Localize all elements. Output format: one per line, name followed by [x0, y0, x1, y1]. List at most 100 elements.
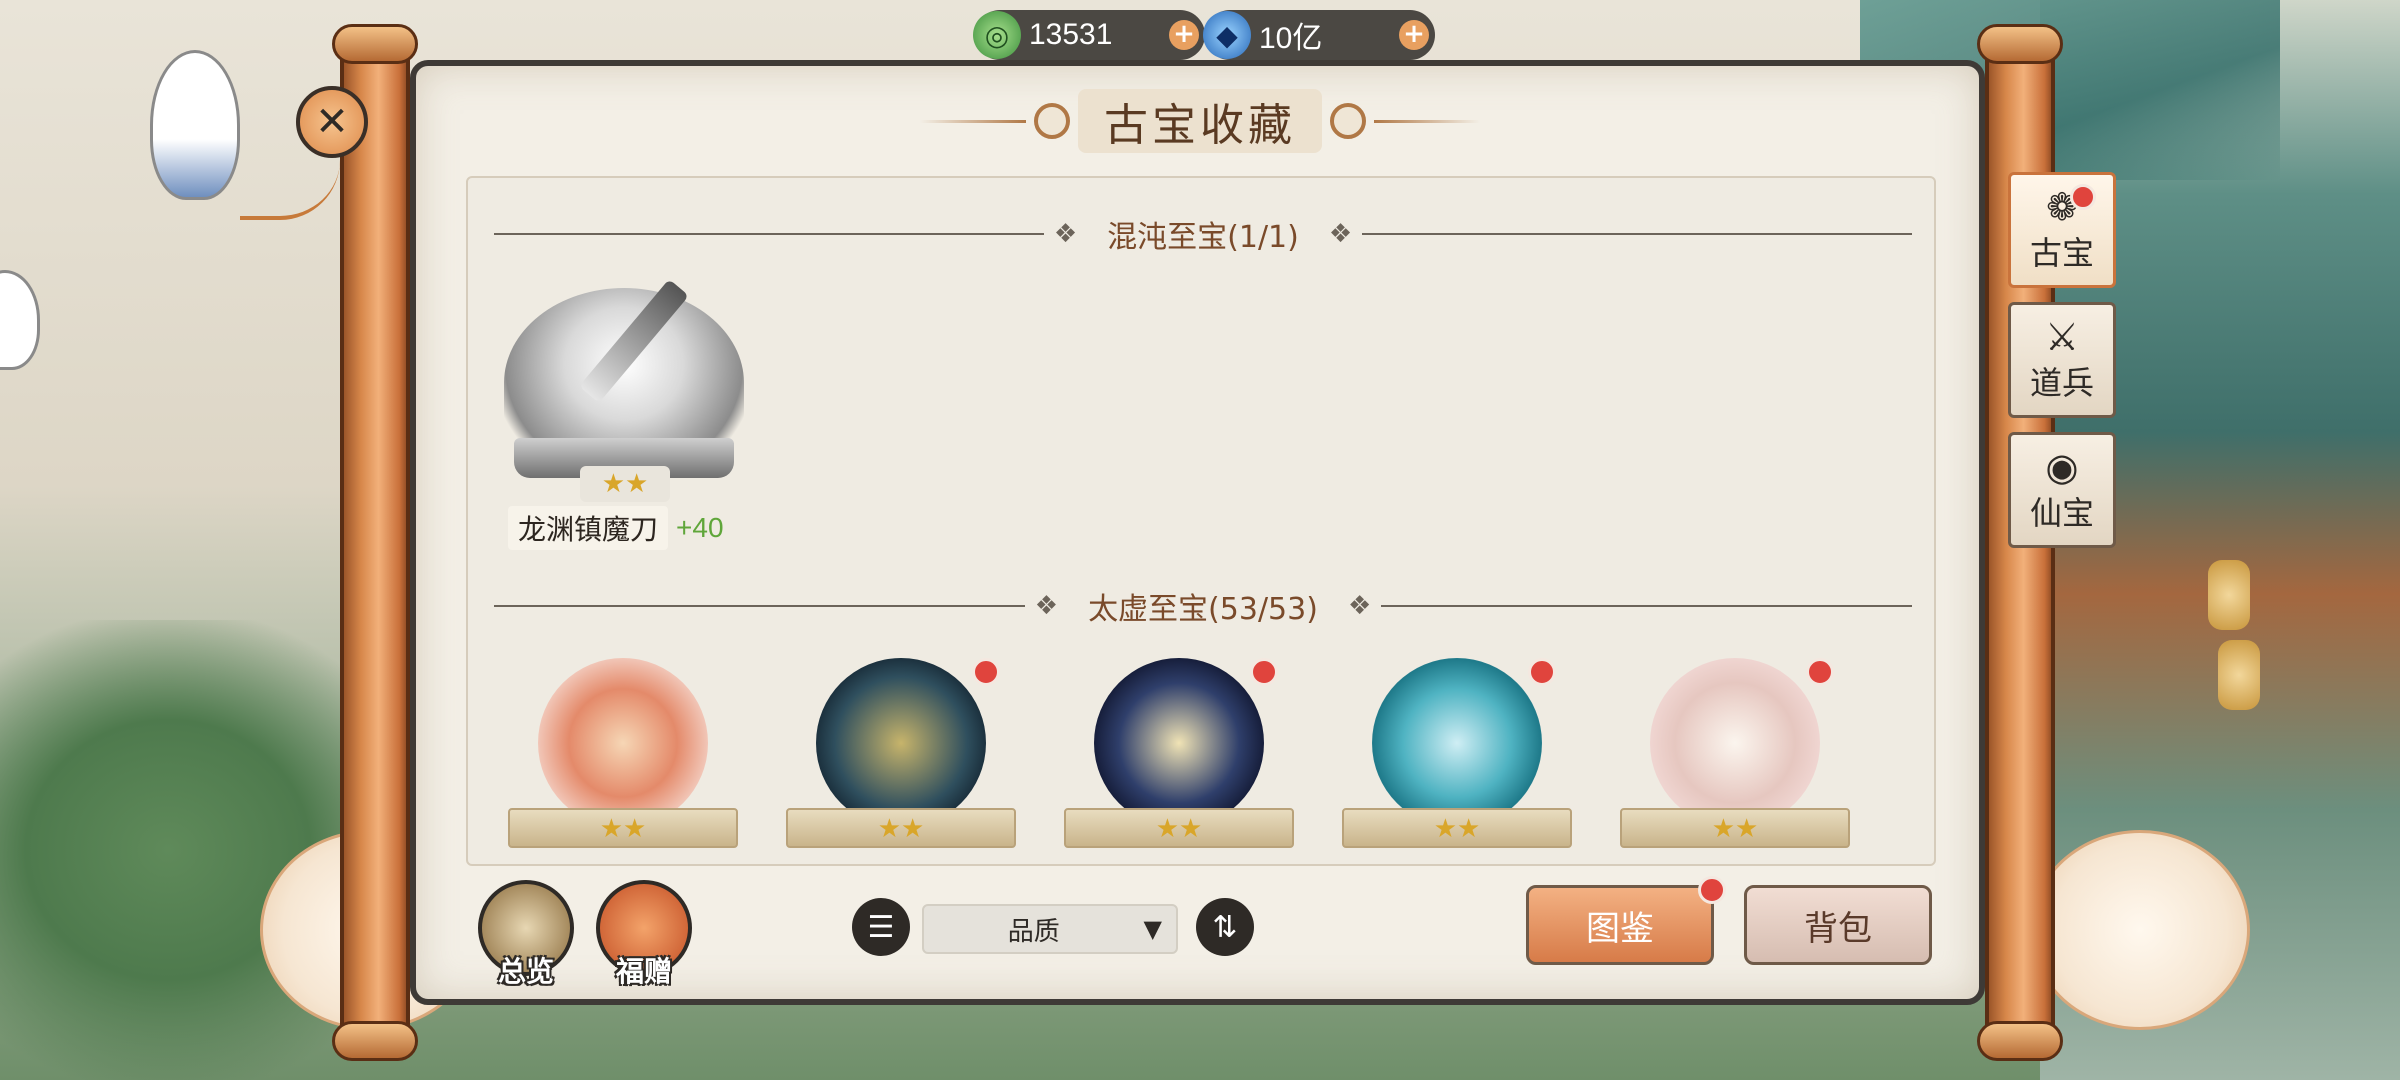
section-title: 太虚至宝(53/53)	[1088, 592, 1318, 627]
close-button[interactable]: ✕	[296, 86, 368, 158]
notification-badge	[1250, 658, 1278, 686]
treasure-bonus: +40	[676, 512, 724, 543]
lantern-decoration	[2218, 640, 2260, 710]
star-rating: ★ ★	[1700, 816, 1770, 842]
notification-badge	[2070, 184, 2096, 210]
title-knot-icon	[1330, 103, 1366, 139]
rod-cap	[332, 24, 418, 64]
tab-label: 古宝	[2029, 234, 2094, 272]
star-rating: ★ ★	[580, 466, 670, 502]
treasure-card[interactable]: ★ ★	[786, 658, 1016, 864]
star-icon: ★	[901, 814, 925, 844]
sort-dropdown[interactable]: 品质 ▼	[922, 904, 1178, 954]
divider	[1381, 605, 1912, 607]
blue-crystal-icon: ◆	[1203, 11, 1251, 59]
treasure-grid: ★ ★ ★ ★ ★ ★ ★ ★ ★ ★	[508, 658, 1908, 864]
add-jade-button[interactable]: +	[1169, 20, 1199, 50]
treasure-card[interactable]: ★ ★	[508, 658, 738, 864]
page-title-banner: 古宝收藏	[920, 86, 1480, 156]
close-icon: ✕	[315, 99, 349, 145]
jade-amount: 13531	[1029, 18, 1113, 51]
tab-label: 仙宝	[2029, 494, 2094, 532]
eye-icon: ◉	[2045, 445, 2079, 489]
list-icon: ☰	[867, 909, 895, 945]
overview-label: 总览	[497, 955, 554, 988]
treasure-card[interactable]: ★ ★	[1620, 658, 1850, 864]
add-crystal-button[interactable]: +	[1399, 20, 1429, 50]
notification-badge	[1698, 876, 1726, 904]
sort-order-button[interactable]: ⇅	[1196, 898, 1254, 956]
star-rating: ★ ★	[1144, 816, 1214, 842]
cat-character	[150, 50, 240, 200]
scroll-rod-left	[332, 24, 418, 1061]
collection-panel: ❖ 混沌至宝(1/1) ❖ ★ ★ 龙渊镇魔刀 +40 ❖ 太虚至宝(53/53…	[466, 176, 1936, 866]
star-icon: ★	[1179, 814, 1203, 844]
cyan-dragon-orb-icon	[1372, 658, 1542, 828]
treasure-card-dragon-blade[interactable]: ★ ★ 龙渊镇魔刀 +40	[494, 279, 754, 550]
title-ornament	[920, 119, 1026, 123]
rod-cap	[1977, 1021, 2063, 1061]
crystal-currency: ◆ 10亿 +	[1203, 10, 1435, 60]
weapon-icon: ⚔	[2044, 315, 2080, 359]
pink-fan-orb-icon	[1650, 658, 1820, 828]
bag-button[interactable]: 背包	[1744, 885, 1932, 965]
tab-ancient-treasure[interactable]: ❁ 古宝	[2008, 172, 2116, 288]
notification-badge	[1528, 658, 1556, 686]
star-rating: ★ ★	[1422, 816, 1492, 842]
cloud-knot-icon: ❖	[1053, 219, 1078, 249]
tab-dao-weapon[interactable]: ⚔ 道兵	[2008, 302, 2116, 418]
title-ornament	[1374, 119, 1480, 123]
treasure-name: 龙渊镇魔刀	[508, 506, 669, 550]
codex-label: 图鉴	[1586, 908, 1654, 949]
section-title: 混沌至宝(1/1)	[1107, 220, 1299, 255]
sort-value: 品质	[1007, 916, 1060, 947]
overview-button[interactable]: 总览	[478, 880, 574, 988]
star-icon: ★	[1433, 814, 1457, 844]
divider	[1362, 233, 1913, 235]
cloud-knot-icon: ❖	[1034, 591, 1059, 621]
lantern-decoration	[2208, 560, 2250, 630]
star-icon: ★	[1735, 814, 1759, 844]
jade-currency: ◎ 13531 +	[973, 10, 1205, 60]
gift-button[interactable]: 福赠	[596, 880, 692, 988]
star-icon: ★	[601, 469, 625, 499]
cat-character	[0, 270, 40, 370]
treasure-name-row: 龙渊镇魔刀 +40	[508, 506, 748, 550]
star-rating: ★ ★	[866, 816, 936, 842]
notification-badge	[972, 658, 1000, 686]
rod-cap	[1977, 24, 2063, 64]
page-title: 古宝收藏	[1078, 89, 1322, 153]
gift-label: 福赠	[615, 955, 672, 988]
tab-immortal-treasure[interactable]: ◉ 仙宝	[2008, 432, 2116, 548]
crystal-amount: 10亿	[1259, 22, 1323, 55]
title-knot-icon	[1034, 103, 1070, 139]
bag-label: 背包	[1804, 908, 1872, 949]
star-rating: ★ ★	[588, 816, 658, 842]
codex-button[interactable]: 图鉴	[1526, 885, 1714, 965]
cloud-knot-icon: ❖	[1328, 219, 1353, 249]
star-icon: ★	[1155, 814, 1179, 844]
treasure-card[interactable]: ★ ★	[1342, 658, 1572, 864]
cloud-decoration	[2030, 830, 2250, 1030]
rod-cap	[332, 1021, 418, 1061]
section-header-void: ❖ 太虚至宝(53/53) ❖	[494, 586, 1912, 627]
treasure-card[interactable]: ★ ★	[1064, 658, 1294, 864]
cloud-knot-icon: ❖	[1347, 591, 1372, 621]
sort-arrows-icon: ⇅	[1212, 909, 1238, 945]
star-icon: ★	[623, 814, 647, 844]
chevron-down-icon: ▼	[1143, 915, 1162, 943]
gold-turtle-orb-icon	[816, 658, 986, 828]
tab-label: 道兵	[2029, 364, 2094, 402]
divider	[494, 605, 1025, 607]
night-staff-orb-icon	[1094, 658, 1264, 828]
star-icon: ★	[1711, 814, 1735, 844]
divider	[494, 233, 1044, 235]
red-flower-orb-icon	[538, 658, 708, 828]
star-icon: ★	[877, 814, 901, 844]
notification-badge	[1806, 658, 1834, 686]
star-icon: ★	[625, 469, 649, 499]
filter-list-button[interactable]: ☰	[852, 898, 910, 956]
jade-coin-icon: ◎	[973, 11, 1021, 59]
tassel-decoration	[240, 160, 340, 220]
section-header-chaos: ❖ 混沌至宝(1/1) ❖	[494, 214, 1913, 255]
